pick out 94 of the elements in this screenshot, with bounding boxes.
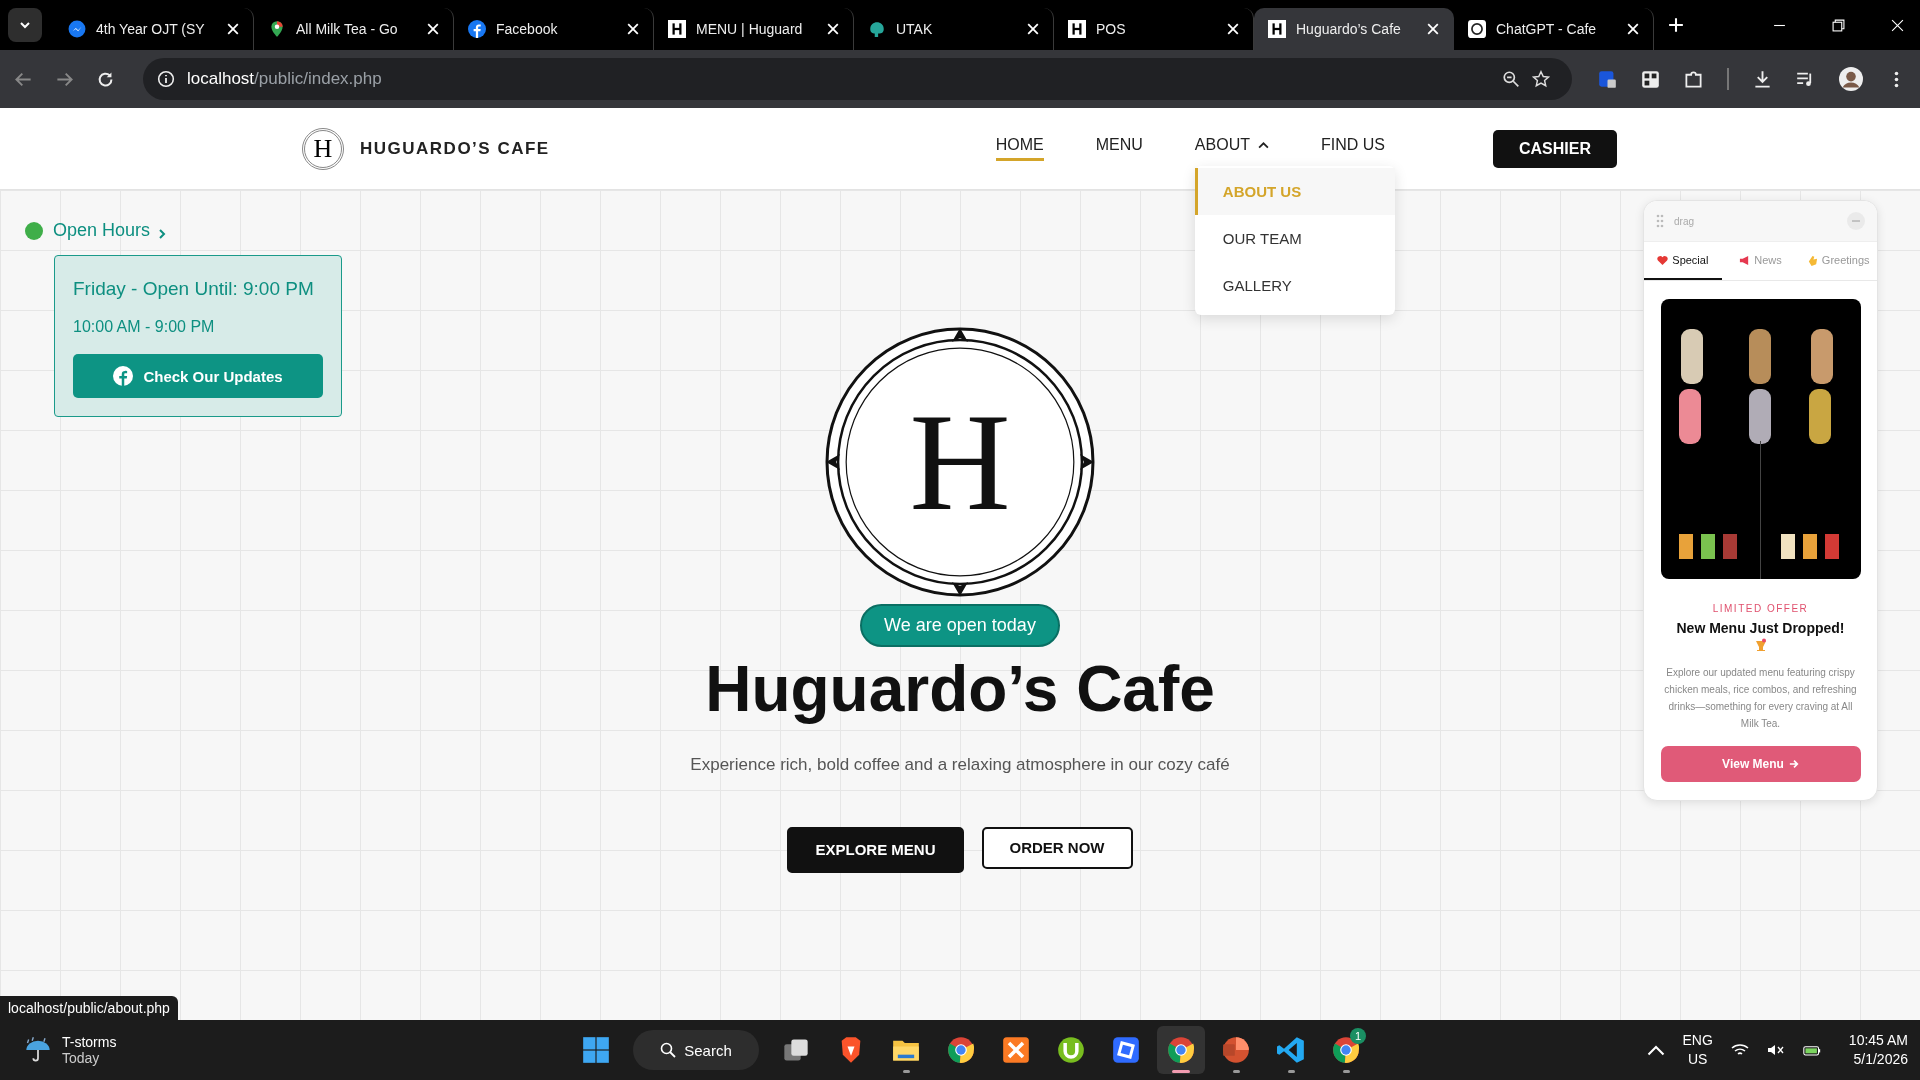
- offer-description: Explore our updated menu featuring crispy chicken meals, rice combos, and refreshing drinks—something for every craving at All Milk Tea.: [1663, 666, 1858, 731]
- today-hours: Friday - Open Until: 9:00 PM: [73, 278, 315, 300]
- cashier-button[interactable]: CASHIER: [1493, 129, 1617, 168]
- star-icon[interactable]: [1532, 70, 1550, 88]
- close-icon[interactable]: [627, 23, 639, 35]
- tab-title: UTAK: [896, 21, 934, 37]
- tab-title: ChatGPT - Cafe: [1496, 21, 1598, 37]
- tab-title: All Milk Tea - Go: [296, 21, 399, 37]
- tab-list-button[interactable]: [8, 8, 42, 42]
- new-tab-icon[interactable]: [1668, 17, 1684, 33]
- download-icon[interactable]: [1753, 69, 1772, 89]
- explore-menu-button[interactable]: EXPLORE MENU: [787, 826, 964, 873]
- close-icon[interactable]: [1427, 23, 1439, 35]
- taskbar-app[interactable]: [1157, 1026, 1205, 1074]
- drag-label: drag: [1674, 215, 1694, 227]
- close-icon[interactable]: [1027, 23, 1039, 35]
- wifi-icon[interactable]: [1730, 1043, 1749, 1057]
- battery-icon[interactable]: [1802, 1043, 1821, 1057]
- open-today-badge: We are open today: [860, 604, 1060, 647]
- status-url: localhost/public/about.php: [0, 996, 178, 1020]
- tab-title: MENU | Huguard: [696, 21, 804, 37]
- widget-tab[interactable]: Special: [1644, 242, 1722, 280]
- browser-tab[interactable]: Huguardo’s Cafe: [1254, 8, 1454, 50]
- windows-icon: [582, 1036, 610, 1064]
- language-indicator[interactable]: ENG US: [1682, 1031, 1713, 1069]
- close-icon[interactable]: [827, 23, 839, 35]
- restore-icon[interactable]: [1832, 18, 1845, 32]
- chrome-icon: [947, 1036, 975, 1064]
- avatar-icon[interactable]: [1839, 67, 1863, 91]
- drink-icon: [1754, 638, 1767, 652]
- favicon-icon: [1268, 20, 1286, 38]
- logo-letter: H: [909, 392, 1011, 532]
- nav-link[interactable]: HOME: [995, 136, 1044, 161]
- notification-badge: 1: [1350, 1028, 1366, 1044]
- favicon-icon: [668, 20, 686, 38]
- chrome-icon: [1167, 1036, 1195, 1064]
- search-button[interactable]: Search: [633, 1030, 759, 1070]
- brand-name[interactable]: HUGUARDO’S CAFE: [360, 138, 550, 159]
- favicon-icon: [1068, 20, 1086, 38]
- tab-title: POS: [1096, 21, 1127, 37]
- dropdown-item[interactable]: OUR TEAM: [1194, 215, 1395, 262]
- pie-tile-icon: [1222, 1036, 1250, 1064]
- dropdown-item[interactable]: GALLERY: [1194, 262, 1395, 309]
- hours-range: 10:00 AM - 9:00 PM: [73, 318, 216, 336]
- umbrella-rain-icon[interactable]: [24, 1036, 52, 1064]
- offer-heading: New Menu Just Dropped!: [1676, 620, 1845, 636]
- url-text: localhost/public/index.php: [187, 69, 382, 89]
- chat-bubble-icon: [68, 20, 86, 38]
- close-icon[interactable]: [1891, 18, 1904, 32]
- u-circle-icon: [1057, 1036, 1085, 1064]
- arrow-right-icon: [1788, 759, 1799, 769]
- hero-subtitle: Experience rich, bold coffee and a relaxing atmosphere in our cozy café: [690, 754, 1230, 775]
- zoom-out-icon[interactable]: [1502, 70, 1520, 88]
- tab-title: Huguardo’s Cafe: [1296, 21, 1402, 37]
- close-icon[interactable]: [1627, 23, 1639, 35]
- nav-link[interactable]: ABOUT: [1194, 136, 1269, 161]
- facebook-icon: [468, 20, 486, 38]
- search-icon: [660, 1042, 677, 1058]
- close-icon[interactable]: [1227, 23, 1239, 35]
- brain-icon: [868, 20, 886, 38]
- address-bar[interactable]: localhost/public/index.php: [143, 58, 1572, 100]
- hand-icon: [1806, 254, 1818, 266]
- hero-title: Huguardo’s Cafe: [705, 653, 1215, 727]
- info-icon[interactable]: [157, 70, 175, 88]
- weather-condition: T-storms: [62, 1034, 117, 1050]
- offer-label: LIMITED OFFER: [1712, 603, 1809, 614]
- order-now-button[interactable]: ORDER NOW: [981, 826, 1133, 869]
- code-editor-icon: [1277, 1036, 1305, 1064]
- square-tile-icon: [1112, 1036, 1140, 1064]
- close-icon[interactable]: [227, 23, 239, 35]
- cross-tile-icon: [1002, 1036, 1030, 1064]
- status-dot: [25, 221, 43, 240]
- heart-icon: [1657, 254, 1669, 266]
- map-pin-icon: [268, 20, 286, 38]
- qr-code-icon[interactable]: [1641, 69, 1660, 89]
- clock[interactable]: 10:45 AM 5/1/2026: [1848, 1031, 1908, 1069]
- megaphone-icon: [1739, 254, 1751, 266]
- chevron-right-icon: [158, 227, 167, 240]
- tab-title: 4th Year OJT (SY: [96, 21, 206, 37]
- view-menu-button[interactable]: View Menu: [1660, 746, 1861, 782]
- close-icon[interactable]: [427, 23, 439, 35]
- drag-handle-icon[interactable]: [1656, 214, 1664, 228]
- weather-day: Today: [62, 1050, 117, 1066]
- open-hours-link[interactable]: Open Hours: [53, 220, 167, 241]
- facebook-icon: [113, 366, 134, 386]
- nav-link[interactable]: FIND US: [1321, 136, 1385, 161]
- nav-link[interactable]: MENU: [1095, 136, 1143, 161]
- updates-button[interactable]: Check Our Updates: [73, 354, 323, 398]
- chevron-up-icon[interactable]: [1646, 1043, 1665, 1057]
- tab-title: Facebook: [496, 21, 559, 37]
- shield-lock-icon[interactable]: [1598, 69, 1617, 89]
- muted-speaker-icon[interactable]: [1766, 1043, 1785, 1057]
- taskbar-app[interactable]: 1: [1322, 1026, 1370, 1074]
- minus-icon: [1852, 220, 1860, 222]
